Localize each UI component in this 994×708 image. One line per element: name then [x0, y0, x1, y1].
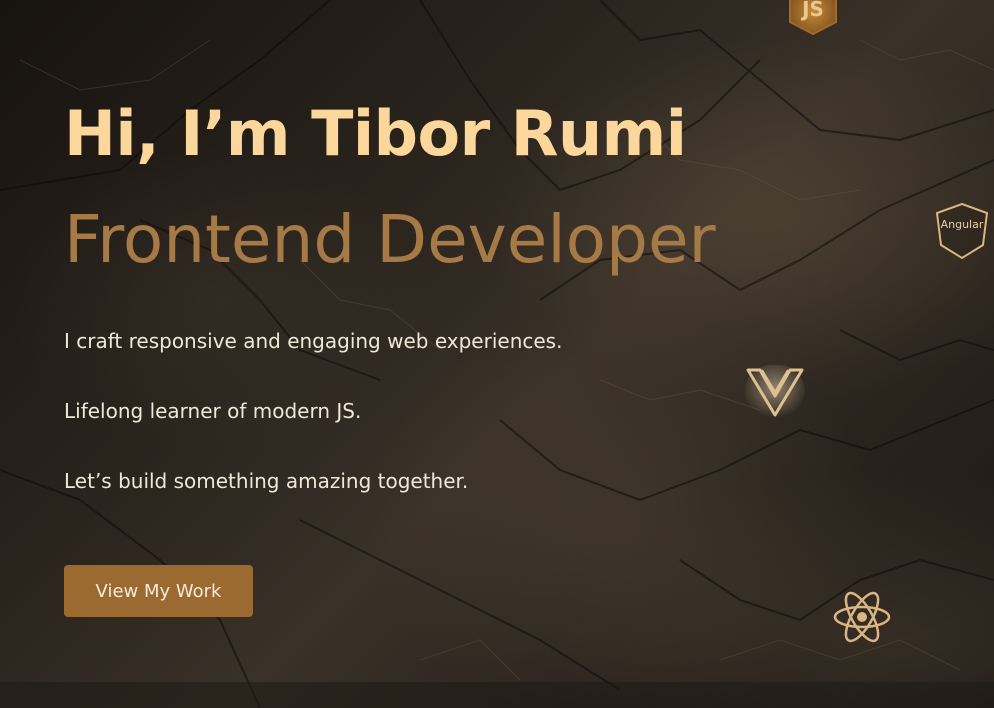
hero-greeting: Hi, I’m Tibor Rumi [64, 97, 687, 170]
hero-tagline-3: Let’s build something amazing together. [64, 469, 469, 493]
angular-icon: Angular [933, 201, 991, 261]
hero-section: Hi, I’m Tibor Rumi Frontend Developer I … [0, 0, 994, 708]
angular-label: Angular [941, 218, 984, 231]
view-my-work-button[interactable]: View My Work [64, 565, 253, 617]
vue-icon [745, 365, 805, 420]
javascript-label: JS [800, 0, 824, 21]
hero-content: Hi, I’m Tibor Rumi Frontend Developer I … [64, 96, 824, 617]
section-divider [0, 682, 994, 708]
react-icon [832, 588, 892, 646]
hero-tagline-1: I craft responsive and engaging web expe… [64, 329, 563, 353]
hero-role: Frontend Developer [64, 201, 716, 278]
javascript-icon: JS [786, 0, 840, 36]
hero-tagline-2: Lifelong learner of modern JS. [64, 399, 362, 423]
